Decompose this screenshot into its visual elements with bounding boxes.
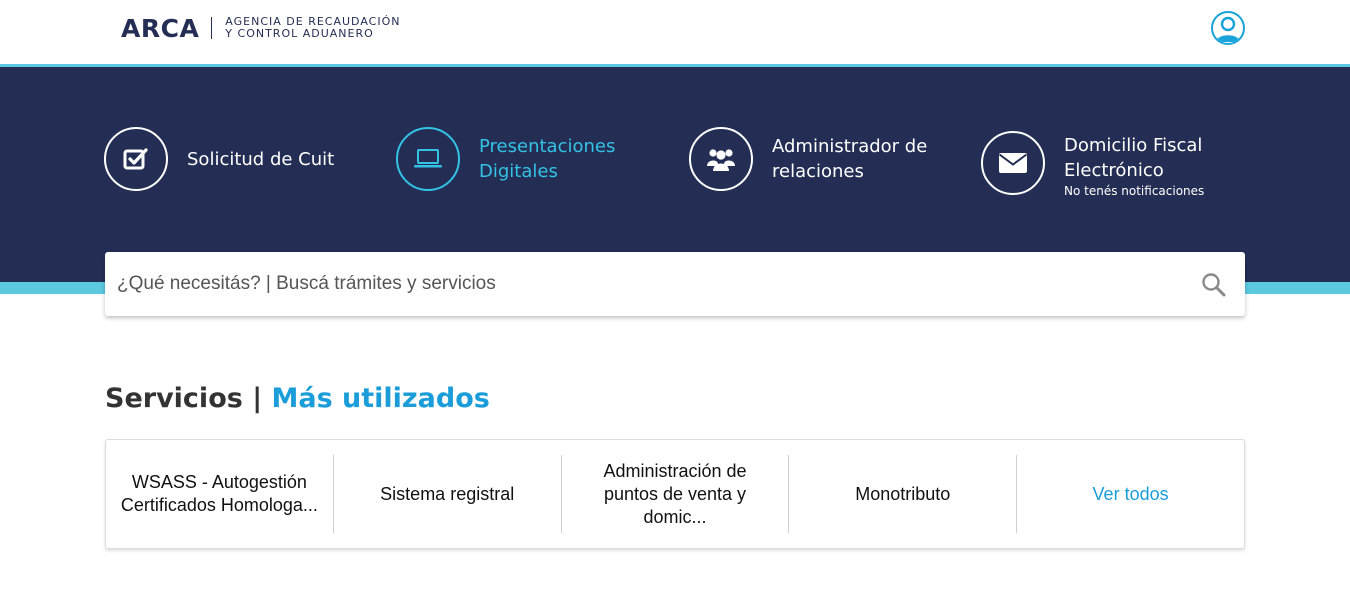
service-card[interactable]: WSASS - Autogestión Certificados Homolog… [106, 455, 334, 533]
quick-link-label-line1: Domicilio Fiscal [1064, 135, 1203, 156]
users-icon [707, 149, 735, 171]
logo-divider [211, 17, 213, 39]
quick-link-label-line1: Administrador de [772, 136, 928, 157]
services-heading: Servicios | Más utilizados [105, 383, 490, 414]
logo-subtitle: AGENCIA DE RECAUDACIÓN Y CONTROL ADUANER… [225, 16, 400, 40]
quick-link-icon-circle [396, 127, 460, 191]
quick-link-icon-circle [104, 127, 168, 191]
quick-link-domicilio-fiscal[interactable]: Domicilio Fiscal Electrónico No tenés no… [981, 127, 1204, 199]
service-card[interactable]: Monotributo [789, 455, 1018, 533]
logo-subtitle-line2: Y CONTROL ADUANERO [225, 27, 374, 40]
quick-link-label-line1: Solicitud de Cuit [187, 148, 335, 170]
search-input[interactable] [105, 252, 1185, 316]
arca-logo[interactable]: ARCA AGENCIA DE RECAUDACIÓN Y CONTROL AD… [121, 12, 400, 44]
quick-link-icon-circle [981, 131, 1045, 195]
view-all-link[interactable]: Ver todos [1017, 455, 1244, 533]
checkbox-icon [123, 148, 148, 170]
search-button[interactable] [1201, 272, 1227, 298]
notification-status: No tenés notificaciones [1064, 184, 1205, 198]
hero-banner: Solicitud de Cuit Presentaciones Digital… [0, 67, 1350, 282]
quick-link-label: Presentaciones Digitales [479, 134, 615, 184]
laptop-icon [414, 149, 442, 168]
quick-link-label: Domicilio Fiscal Electrónico No tenés no… [1064, 133, 1204, 199]
services-title: Servicios | [105, 383, 263, 414]
envelope-icon [998, 153, 1028, 173]
quick-link-label: Administrador de relaciones [772, 134, 927, 184]
user-account-button[interactable] [1211, 11, 1245, 45]
quick-link-label-line2: Electrónico [1064, 160, 1164, 181]
services-subtitle: Más utilizados [271, 383, 490, 414]
quick-link-label-line2: relaciones [772, 161, 864, 182]
search-icon [1202, 273, 1226, 297]
quick-link-solicitud-cuit[interactable]: Solicitud de Cuit [104, 127, 334, 191]
service-card[interactable]: Administración de puntos de venta y domi… [562, 455, 790, 533]
service-card[interactable]: Sistema registral [334, 455, 562, 533]
top-header: ARCA AGENCIA DE RECAUDACIÓN Y CONTROL AD… [0, 0, 1350, 65]
quick-link-administrador-relaciones[interactable]: Administrador de relaciones [689, 127, 927, 191]
quick-link-label-line2: Digitales [479, 161, 558, 182]
services-card-strip: WSASS - Autogestión Certificados Homolog… [105, 439, 1245, 549]
quick-link-icon-circle [689, 127, 753, 191]
search-bar [105, 252, 1245, 316]
logo-wordmark: ARCA [121, 13, 200, 43]
quick-link-presentaciones-digitales[interactable]: Presentaciones Digitales [396, 127, 615, 191]
user-circle-icon [1216, 16, 1240, 42]
quick-link-label: Solicitud de Cuit [187, 147, 334, 172]
quick-link-label-line1: Presentaciones [479, 136, 616, 157]
